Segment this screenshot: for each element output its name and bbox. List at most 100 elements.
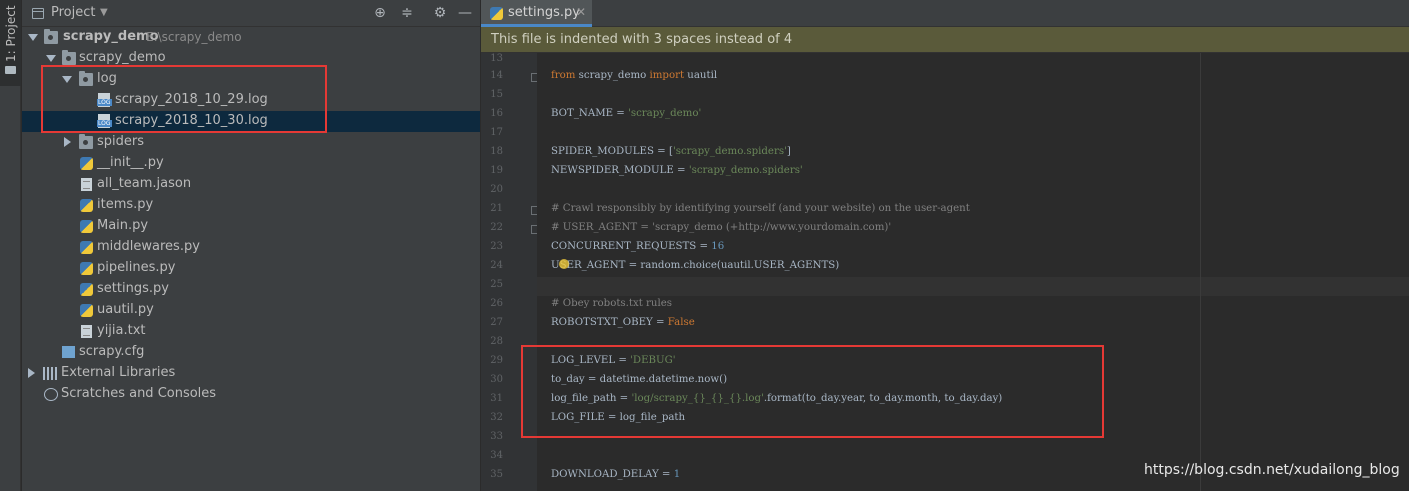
line-number: 20 bbox=[490, 184, 503, 195]
lightbulb-icon[interactable] bbox=[559, 259, 569, 269]
tree-item-pipelines-py[interactable]: pipelines.py bbox=[22, 258, 480, 279]
tree-item-label: all_team.jason bbox=[97, 176, 192, 191]
code-token: ROBOTSTXT_OBEY = bbox=[551, 317, 668, 328]
chevron-down-icon[interactable]: ▼ bbox=[100, 7, 108, 18]
tool-window-stripe: 1: Project bbox=[0, 0, 21, 491]
code-token: 'scrapy_demo' bbox=[628, 108, 702, 119]
editor-tab-bar: settings.py ✕ bbox=[481, 0, 1409, 27]
code-line-14: from scrapy_demo import uautil bbox=[551, 70, 717, 81]
python-file-icon bbox=[80, 241, 93, 254]
text-file-icon bbox=[81, 178, 92, 191]
tree-item-label: spiders bbox=[97, 134, 145, 149]
code-token: NEWSPIDER_MODULE = bbox=[551, 165, 689, 176]
tree-item-init-py[interactable]: __init__.py bbox=[22, 153, 480, 174]
line-number: 18 bbox=[490, 146, 503, 157]
project-tool-tab-label: 1: Project bbox=[4, 5, 18, 62]
indent-notification-banner: This file is indented with 3 spaces inst… bbox=[481, 27, 1409, 53]
close-icon[interactable]: ✕ bbox=[576, 5, 586, 19]
code-line-23: CONCURRENT_REQUESTS = 16 bbox=[551, 241, 724, 252]
code-token: import bbox=[649, 70, 685, 81]
code-token: 1 bbox=[673, 469, 681, 480]
code-line-18: SPIDER_MODULES = ['scrapy_demo.spiders'] bbox=[551, 146, 791, 157]
code-token: ] bbox=[786, 146, 791, 157]
project-view-selector[interactable]: Project bbox=[51, 5, 95, 20]
code-token: uautil bbox=[684, 70, 718, 81]
tree-item-all-team-jason[interactable]: all_team.jason bbox=[22, 174, 480, 195]
tree-item-scratches-consoles[interactable]: Scratches and Consoles bbox=[22, 384, 480, 405]
python-file-icon bbox=[490, 7, 503, 20]
collapse-arrow-icon[interactable] bbox=[28, 368, 35, 378]
code-token: False bbox=[667, 317, 695, 328]
tree-item-yijia-txt[interactable]: yijia.txt bbox=[22, 321, 480, 342]
python-file-icon bbox=[80, 199, 93, 212]
line-number: 24 bbox=[490, 260, 503, 271]
tree-item-label: middlewares.py bbox=[97, 239, 200, 254]
editor-panel: settings.py ✕ This file is indented with… bbox=[481, 0, 1409, 491]
folder-icon bbox=[5, 66, 16, 74]
text-file-icon bbox=[81, 325, 92, 338]
tree-item-label: items.py bbox=[97, 197, 154, 212]
tree-item-settings-py[interactable]: settings.py bbox=[22, 279, 480, 300]
code-token: 'scrapy_demo.spiders' bbox=[672, 146, 787, 157]
project-panel-header: Project ▼ ⊕ ≑ ⚙ — bbox=[22, 0, 480, 27]
line-number: 23 bbox=[490, 241, 503, 252]
python-file-icon bbox=[80, 304, 93, 317]
project-view-icon bbox=[32, 8, 44, 19]
code-line-26: # Obey robots.txt rules bbox=[551, 298, 673, 309]
folder-icon bbox=[62, 50, 76, 65]
tree-item-main-py[interactable]: Main.py bbox=[22, 216, 480, 237]
tree-item-items-py[interactable]: items.py bbox=[22, 195, 480, 216]
tree-item-uautil-py[interactable]: uautil.py bbox=[22, 300, 480, 321]
hide-panel-icon[interactable]: — bbox=[456, 4, 474, 22]
gear-icon[interactable]: ⚙ bbox=[431, 4, 449, 22]
line-number: 13 bbox=[490, 53, 503, 64]
collapse-arrow-icon[interactable] bbox=[64, 137, 71, 147]
tree-item-scrapy-cfg[interactable]: scrapy.cfg bbox=[22, 342, 480, 363]
code-line-24: USER_AGENT = random.choice(uautil.USER_A… bbox=[551, 260, 840, 271]
line-number: 29 bbox=[490, 355, 503, 366]
project-tool-tab[interactable]: 1: Project bbox=[0, 0, 21, 86]
current-line-highlight bbox=[537, 277, 1409, 296]
tree-item-middlewares-py[interactable]: middlewares.py bbox=[22, 237, 480, 258]
python-file-icon bbox=[80, 283, 93, 296]
tree-item-path: E:\scrapy_demo bbox=[146, 30, 242, 44]
tree-item-external-libraries[interactable]: External Libraries bbox=[22, 363, 480, 384]
folder-icon bbox=[44, 29, 58, 44]
line-number: 14 bbox=[490, 70, 503, 81]
line-number: 17 bbox=[490, 127, 503, 138]
tree-item-label: uautil.py bbox=[97, 302, 154, 317]
tree-item-spiders[interactable]: spiders bbox=[22, 132, 480, 153]
line-number: 16 bbox=[490, 108, 503, 119]
tree-item-label: yijia.txt bbox=[97, 323, 146, 338]
config-file-icon bbox=[62, 346, 75, 358]
tree-item-scrapy-demo-root[interactable]: scrapy_demo E:\scrapy_demo bbox=[22, 27, 480, 48]
tree-item-label: pipelines.py bbox=[97, 260, 176, 275]
highlight-box-log-config bbox=[521, 345, 1104, 438]
code-token: 'scrapy_demo.spiders' bbox=[688, 165, 803, 176]
tree-item-label: External Libraries bbox=[61, 365, 176, 380]
expand-arrow-icon[interactable] bbox=[46, 55, 56, 62]
tree-item-label: settings.py bbox=[97, 281, 169, 296]
locate-icon[interactable]: ⊕ bbox=[371, 4, 389, 22]
tab-settings-py[interactable]: settings.py ✕ bbox=[481, 0, 592, 27]
collapse-all-icon[interactable]: ≑ bbox=[398, 4, 416, 22]
line-number: 25 bbox=[490, 279, 503, 290]
tree-item-label: scrapy_demo bbox=[63, 29, 159, 44]
tree-item-label: scrapy.cfg bbox=[79, 344, 145, 359]
line-number: 15 bbox=[490, 89, 503, 100]
code-line-19: NEWSPIDER_MODULE = 'scrapy_demo.spiders' bbox=[551, 165, 803, 176]
expand-arrow-icon[interactable] bbox=[28, 34, 38, 41]
code-line-27: ROBOTSTXT_OBEY = False bbox=[551, 317, 695, 328]
line-number: 30 bbox=[490, 374, 503, 385]
tree-item-label: __init__.py bbox=[97, 155, 164, 170]
code-line-16: BOT_NAME = 'scrapy_demo' bbox=[551, 108, 701, 119]
line-number: 27 bbox=[490, 317, 503, 328]
watermark-text: https://blog.csdn.net/xudailong_blog bbox=[1144, 462, 1400, 478]
line-number: 31 bbox=[490, 393, 503, 404]
python-file-icon bbox=[80, 157, 93, 170]
line-number: 35 bbox=[490, 469, 503, 480]
highlight-box-log-folder bbox=[41, 65, 327, 133]
code-line-21: # Crawl responsibly by identifying yours… bbox=[551, 203, 970, 214]
code-token: BOT_NAME = bbox=[551, 108, 629, 119]
code-line-35: DOWNLOAD_DELAY = 1 bbox=[551, 469, 680, 480]
